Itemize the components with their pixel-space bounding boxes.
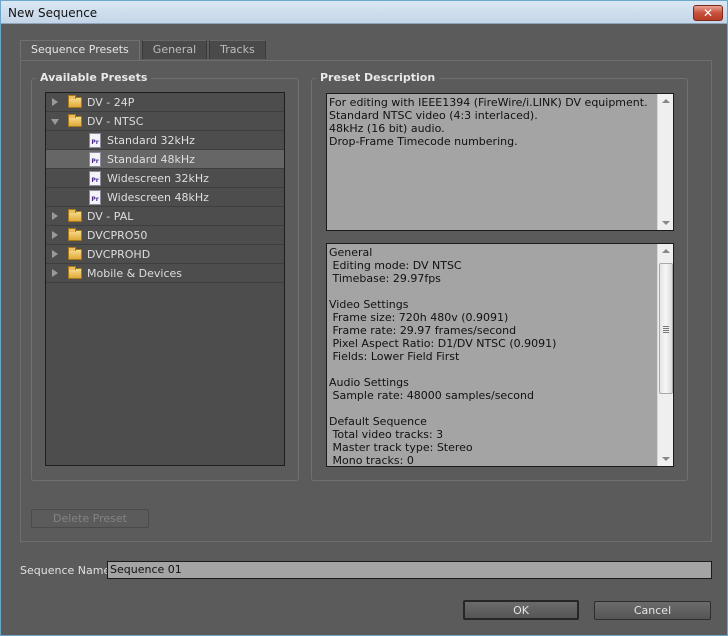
tree-item-label: Widescreen 48kHz — [107, 191, 209, 204]
tree-folder-dvcprohd[interactable]: DVCPROHD — [46, 245, 284, 264]
delete-preset-button[interactable]: Delete Preset — [31, 509, 149, 528]
details-scrollbar[interactable] — [657, 244, 673, 466]
grip-line — [663, 332, 669, 333]
premiere-preset-file-icon: Pr — [89, 152, 101, 167]
tree-item-label: Mobile & Devices — [87, 267, 183, 280]
premiere-preset-file-icon: Pr — [89, 133, 101, 148]
expand-arrow-icon[interactable] — [52, 250, 58, 258]
close-icon: ✕ — [702, 6, 714, 20]
tree-item-label: DV - 24P — [87, 96, 135, 109]
preset-details-text: General Editing mode: DV NTSC Timebase: … — [329, 246, 557, 467]
sequence-name-input[interactable]: Sequence 01 — [107, 561, 712, 579]
tab-bar: Sequence Presets General Tracks — [20, 40, 268, 61]
premiere-preset-file-icon: Pr — [89, 171, 101, 186]
scrollbar-thumb[interactable] — [659, 263, 673, 394]
close-button[interactable]: ✕ — [693, 5, 723, 21]
tab-general[interactable]: General — [141, 40, 208, 59]
tree-item-label: DVCPROHD — [87, 248, 151, 261]
tree-folder-mobile-devices[interactable]: Mobile & Devices — [46, 264, 284, 283]
title-bar: New Sequence ✕ — [1, 1, 727, 24]
grip-line — [663, 330, 669, 331]
folder-icon — [68, 114, 82, 127]
tree-item-label: Widescreen 32kHz — [107, 172, 209, 185]
preset-description-title: Preset Description — [316, 71, 440, 84]
folder-icon — [68, 247, 82, 260]
preset-summary-text: For editing with IEEE1394 (FireWire/i.LI… — [329, 96, 648, 148]
available-presets-title: Available Presets — [36, 71, 152, 84]
sequence-name-label: Sequence Name: — [20, 564, 114, 577]
folder-icon — [68, 95, 82, 108]
expand-arrow-icon[interactable] — [52, 231, 58, 239]
tree-item-label: DVCPRO50 — [87, 229, 148, 242]
tree-folder-dv-ntsc[interactable]: DV - NTSC — [46, 112, 284, 131]
tree-item-label: DV - NTSC — [87, 115, 144, 128]
tree-item-label: DV - PAL — [87, 210, 134, 223]
window-title: New Sequence — [8, 6, 98, 20]
scroll-up-arrow-icon[interactable] — [662, 99, 670, 103]
expand-arrow-icon[interactable] — [52, 269, 58, 277]
ok-button[interactable]: OK — [463, 600, 579, 620]
tree-folder-dv-24p[interactable]: DV - 24P — [46, 93, 284, 112]
tree-preset-standard-48khz[interactable]: Pr Standard 48kHz — [46, 150, 284, 169]
scroll-down-arrow-icon[interactable] — [662, 457, 670, 461]
tab-sequence-presets[interactable]: Sequence Presets — [20, 40, 140, 61]
grip-line — [663, 326, 669, 327]
premiere-preset-file-icon: Pr — [89, 190, 101, 205]
folder-icon — [68, 209, 82, 222]
tab-tracks[interactable]: Tracks — [209, 40, 266, 59]
collapse-arrow-icon[interactable] — [51, 119, 59, 125]
folder-icon — [68, 228, 82, 241]
grip-line — [663, 328, 669, 329]
tree-folder-dvcpro50[interactable]: DVCPRO50 — [46, 226, 284, 245]
presets-tree[interactable]: DV - 24P DV - NTSC Pr Standard 32kHz Pr … — [45, 92, 285, 466]
tree-folder-dv-pal[interactable]: DV - PAL — [46, 207, 284, 226]
preset-details-box[interactable]: General Editing mode: DV NTSC Timebase: … — [326, 243, 674, 467]
scroll-down-arrow-icon[interactable] — [662, 221, 670, 225]
expand-arrow-icon[interactable] — [52, 212, 58, 220]
expand-arrow-icon[interactable] — [52, 98, 58, 106]
tree-item-label: Standard 48kHz — [107, 153, 195, 166]
preset-summary-box[interactable]: For editing with IEEE1394 (FireWire/i.LI… — [326, 93, 674, 231]
cancel-button[interactable]: Cancel — [594, 601, 711, 620]
scroll-up-arrow-icon[interactable] — [662, 249, 670, 253]
new-sequence-dialog: New Sequence ✕ Sequence Presets General … — [0, 0, 728, 636]
summary-scrollbar[interactable] — [657, 94, 673, 230]
folder-icon — [68, 266, 82, 279]
tree-preset-widescreen-32khz[interactable]: Pr Widescreen 32kHz — [46, 169, 284, 188]
tree-item-label: Standard 32kHz — [107, 134, 195, 147]
tree-preset-widescreen-48khz[interactable]: Pr Widescreen 48kHz — [46, 188, 284, 207]
tree-preset-standard-32khz[interactable]: Pr Standard 32kHz — [46, 131, 284, 150]
